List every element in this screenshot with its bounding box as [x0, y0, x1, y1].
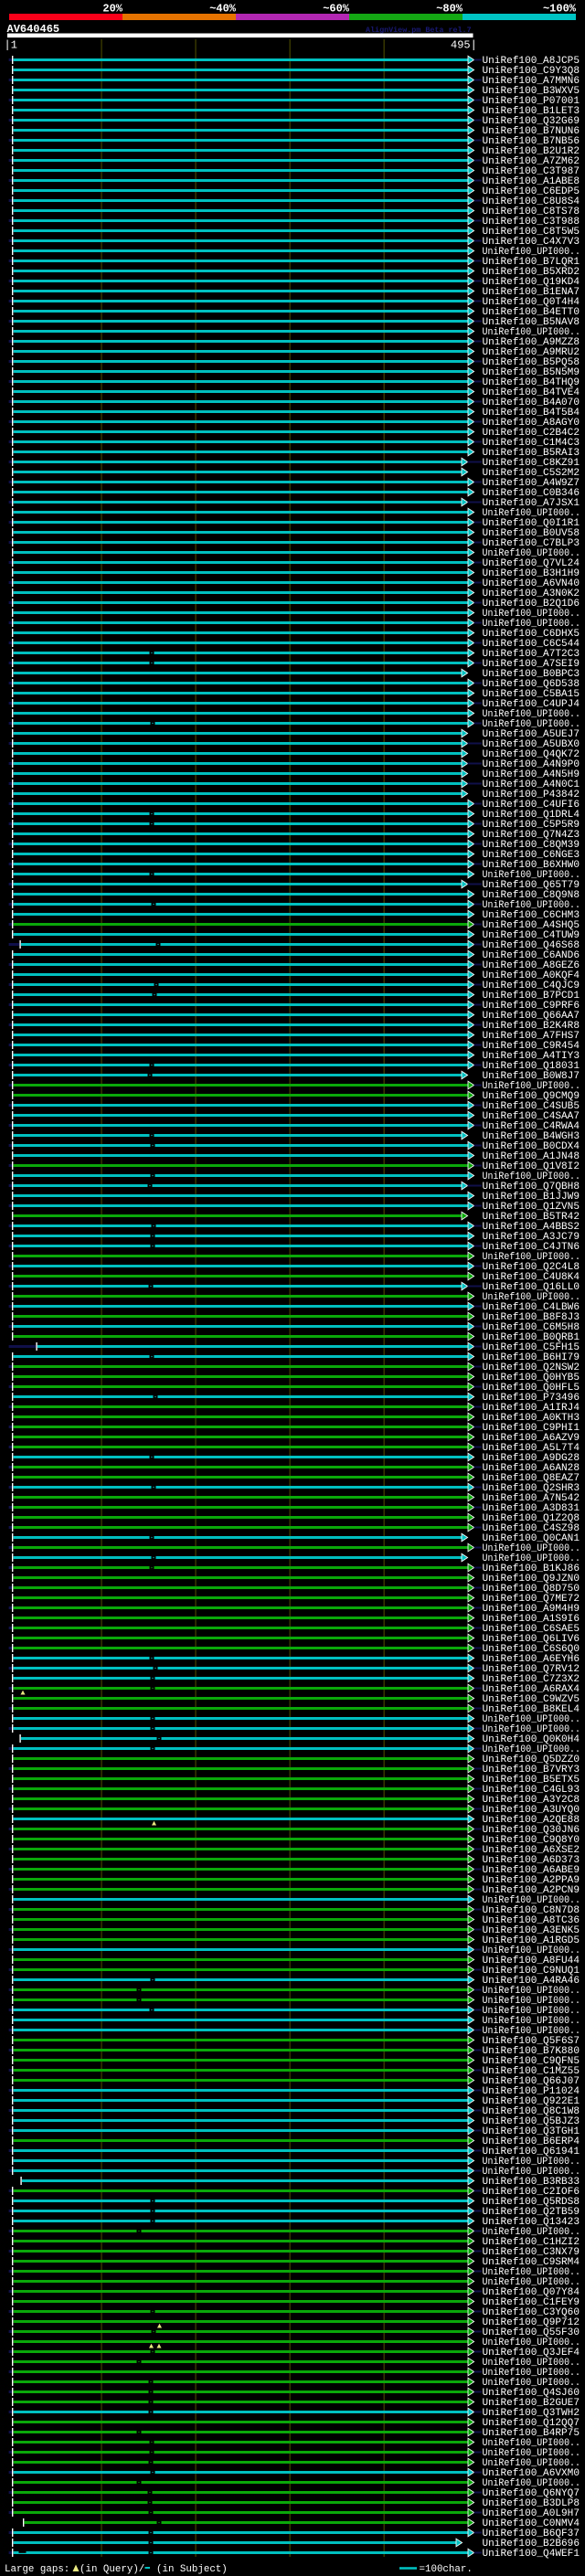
svg-text:(in Query)/: (in Query)/ [80, 2564, 144, 2575]
svg-text:Large gaps:: Large gaps: [5, 2564, 69, 2575]
svg-text:|1: |1 [5, 39, 17, 52]
svg-text:~40%: ~40% [209, 3, 237, 16]
svg-text:20%: 20% [102, 3, 122, 16]
svg-text:495|: 495| [451, 39, 477, 52]
svg-text:~100%: ~100% [543, 3, 577, 16]
svg-text:~60%: ~60% [323, 3, 350, 16]
svg-text:=100char.: =100char. [420, 2564, 473, 2575]
svg-text:UniRef100_Q4WEF1: UniRef100_Q4WEF1 [483, 2549, 580, 2560]
svg-text:(in Subject): (in Subject) [156, 2564, 228, 2575]
svg-text:~80%: ~80% [436, 3, 463, 16]
